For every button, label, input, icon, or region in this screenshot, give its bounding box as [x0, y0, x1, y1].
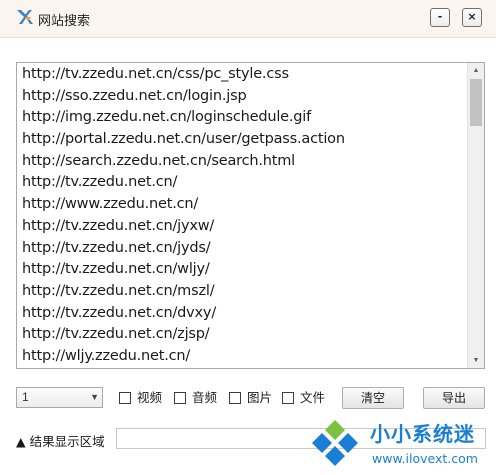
url-list-items: http://tv.zzedu.net.cn/css/pc_style.css h… [22, 63, 462, 368]
url-list-item[interactable]: http://portal.zzedu.net.cn/user/getpass.… [22, 129, 462, 151]
video-checkbox-label: 视频 [137, 390, 163, 405]
image-checkbox-label: 图片 [247, 390, 273, 405]
url-list-item[interactable]: http://tv.zzedu.net.cn/wljy/ [22, 259, 462, 281]
url-list-item[interactable]: http://img.zzedu.net.cn/loginschedule.gi… [22, 107, 462, 129]
checkbox-box[interactable] [282, 392, 294, 404]
url-list-item[interactable]: http://www.zzedu.net.cn/ [22, 194, 462, 216]
audio-checkbox-label: 音频 [192, 390, 218, 405]
watermark-site-url: www.ilovext.com [372, 451, 478, 466]
minimize-button[interactable]: - [430, 8, 450, 27]
app-logo-icon [17, 10, 33, 24]
count-select[interactable]: 1 ▼ [16, 387, 103, 408]
url-list-item[interactable]: http://tv.zzedu.net.cn/zjsp/ [22, 324, 462, 346]
audio-checkbox[interactable]: 音频 [174, 390, 217, 406]
url-list-item[interactable]: http://tv.zzedu.net.cn/mszl/ [22, 281, 462, 303]
scroll-thumb[interactable] [470, 79, 482, 126]
scroll-down-arrow-icon[interactable]: ▼ [468, 353, 484, 368]
url-list-item[interactable]: http://search.zzedu.net.cn/search.html [22, 151, 462, 173]
url-list-item[interactable]: http://tv.zzedu.net.cn/jyds/ [22, 238, 462, 260]
url-list-item[interactable]: http://sso.zzedu.net.cn/login.jsp [22, 86, 462, 108]
image-checkbox[interactable]: 图片 [229, 390, 272, 406]
result-area-label: ▲ 结果显示区域 [16, 434, 105, 449]
window-title: 网站搜索 [38, 14, 91, 29]
title-bar: 网站搜索 - × [0, 0, 496, 38]
scroll-up-arrow-icon[interactable]: ▲ [468, 63, 484, 78]
url-list[interactable]: http://tv.zzedu.net.cn/css/pc_style.css h… [16, 62, 485, 369]
close-button[interactable]: × [462, 8, 482, 27]
vertical-scrollbar[interactable]: ▲ ▼ [467, 63, 484, 368]
chevron-down-icon: ▼ [90, 392, 99, 402]
url-list-item[interactable]: http://tv.zzedu.net.cn/ [22, 172, 462, 194]
url-list-item[interactable]: http://wljy.zzedu.net.cn/ [22, 346, 462, 368]
watermark: 小小系统迷 www.ilovext.com [306, 371, 496, 475]
url-list-item[interactable]: http://tv.zzedu.net.cn/css/pc_style.css [22, 64, 462, 86]
url-list-item[interactable]: http://tv.zzedu.net.cn/jyxw/ [22, 216, 462, 238]
watermark-site-name: 小小系统迷 [370, 422, 475, 446]
watermark-logo-icon [312, 420, 358, 466]
checkbox-box[interactable] [229, 392, 241, 404]
count-select-value: 1 [22, 390, 29, 404]
checkbox-box[interactable] [174, 392, 186, 404]
checkbox-box[interactable] [119, 392, 131, 404]
video-checkbox[interactable]: 视频 [119, 390, 162, 406]
url-list-item[interactable]: http://tv.zzedu.net.cn/dvxy/ [22, 303, 462, 325]
